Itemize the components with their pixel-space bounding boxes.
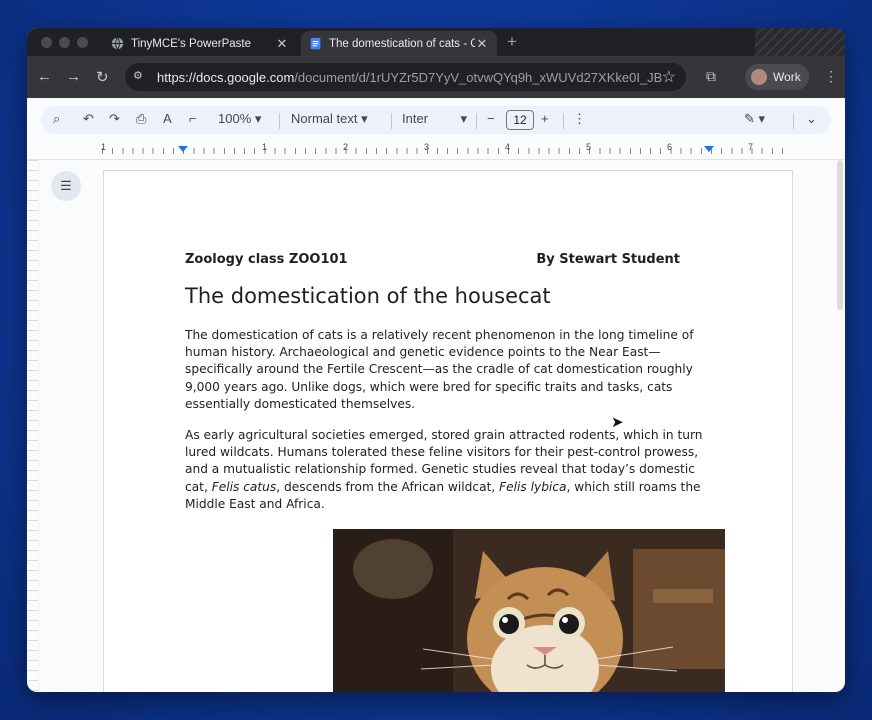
browser-menu-icon[interactable]: ⋮: [824, 68, 838, 85]
paragraph-1: The domestication of cats is a relativel…: [185, 328, 694, 411]
zoom-value: 100%: [218, 111, 252, 126]
font-select[interactable]: Inter ▾: [402, 111, 467, 127]
url-host: https://docs.google.com: [157, 69, 295, 85]
profile-button[interactable]: Work: [745, 64, 809, 90]
species-felis-lybica: Felis lybica: [499, 479, 567, 494]
browser-window: TinyMCE's PowerPaste ✕ The domestication…: [27, 28, 845, 692]
print-icon[interactable]: ⎙: [136, 111, 146, 127]
back-icon[interactable]: ←: [37, 68, 52, 85]
docs-icon: [310, 37, 321, 50]
document-page[interactable]: Zoology class ZOO101 By Stewart Student …: [103, 170, 793, 692]
close-tab-icon[interactable]: ✕: [275, 36, 289, 52]
ruler-number: 6: [667, 142, 673, 152]
docs-toolbar: ⌕ ↶ ↷ ⎙ A ⌐ 100% ▾ Normal text ▾ Inter ▾…: [41, 106, 831, 134]
divider: [476, 113, 477, 129]
horizontal-ruler[interactable]: 1 1 2 3 4 5 6 7: [27, 140, 845, 160]
window-controls: [41, 37, 88, 48]
editing-mode-icon[interactable]: ✎ ▾: [744, 111, 765, 127]
extensions-icon[interactable]: ⧉: [706, 68, 716, 85]
right-indent-marker[interactable]: [704, 146, 714, 152]
left-indent-marker[interactable]: [178, 146, 188, 152]
search-icon[interactable]: ⌕: [53, 111, 60, 127]
close-window-icon[interactable]: [41, 37, 52, 48]
ruler-number: 4: [505, 142, 511, 152]
decrease-font-size-icon[interactable]: −: [487, 111, 495, 126]
address-bar: ← → ↻ ⚙ https://docs.google.com/document…: [27, 56, 845, 98]
profile-label: Work: [773, 70, 801, 84]
paragraph-2-text: , descends from the African wildcat,: [276, 479, 500, 494]
tab-strip-decoration: [755, 28, 845, 56]
header-course: Zoology class ZOO101: [185, 252, 348, 267]
maximize-window-icon[interactable]: [77, 37, 88, 48]
undo-icon[interactable]: ↶: [83, 111, 94, 127]
vertical-ruler: [27, 160, 39, 692]
avatar: [751, 69, 767, 85]
more-options-icon[interactable]: ⋮: [573, 111, 586, 127]
increase-font-size-icon[interactable]: +: [541, 111, 549, 126]
divider: [793, 113, 794, 129]
cat-photo[interactable]: [333, 529, 725, 692]
scrollbar[interactable]: [837, 160, 843, 310]
omnibox[interactable]: ⚙ https://docs.google.com/document/d/1rU…: [125, 63, 686, 91]
ruler-number: 1: [101, 142, 107, 152]
style-select[interactable]: Normal text ▾: [291, 111, 368, 127]
ruler-number: 1: [262, 142, 268, 152]
ruler-number: 5: [586, 142, 592, 152]
ruler-number: 3: [424, 142, 430, 152]
tab-powerpaste[interactable]: TinyMCE's PowerPaste ✕: [103, 31, 297, 56]
cat-illustration: [333, 529, 725, 692]
species-felis-catus: Felis catus: [211, 479, 277, 494]
divider: [279, 113, 280, 129]
collapse-toolbar-icon[interactable]: ⌄: [806, 111, 817, 127]
mouse-cursor: ➤: [611, 414, 624, 431]
ruler-number: 2: [343, 142, 349, 152]
forward-icon[interactable]: →: [66, 68, 81, 85]
divider: [563, 113, 564, 129]
document-title: The domestication of the housecat: [185, 284, 551, 308]
globe-icon: [111, 37, 124, 50]
divider: [391, 113, 392, 129]
style-value: Normal text: [291, 111, 358, 126]
tab-title: TinyMCE's PowerPaste: [131, 37, 251, 50]
tab-domestication[interactable]: The domestication of cats - G ✕: [301, 31, 497, 56]
paragraph-2: As early agricultural societies emerged,…: [185, 427, 715, 513]
ruler-number: 7: [748, 142, 754, 152]
header-author: By Stewart Student: [536, 252, 680, 267]
reload-icon[interactable]: ↻: [96, 68, 109, 86]
new-tab-icon[interactable]: +: [507, 32, 517, 52]
spellcheck-icon[interactable]: A: [163, 111, 172, 126]
tab-title: The domestication of cats - G: [329, 37, 475, 50]
close-tab-icon[interactable]: ✕: [475, 36, 489, 52]
url-text[interactable]: https://docs.google.com/document/d/1rUYZ…: [157, 70, 662, 85]
url-path: /document/d/1rUYZr5D7YyV_otvwQYq9h_xWUVd…: [294, 69, 662, 85]
minimize-window-icon[interactable]: [59, 37, 70, 48]
font-value: Inter: [402, 111, 429, 126]
bookmark-star-icon[interactable]: ☆: [662, 67, 676, 87]
zoom-select[interactable]: 100% ▾: [218, 111, 261, 127]
site-info-icon[interactable]: ⚙: [133, 69, 149, 85]
redo-icon[interactable]: ↷: [109, 111, 120, 127]
tab-strip: TinyMCE's PowerPaste ✕ The domestication…: [27, 28, 845, 56]
font-size-input[interactable]: 12: [506, 110, 534, 130]
document-outline-icon[interactable]: ☰: [51, 171, 81, 201]
ruler-ticks: [102, 148, 792, 154]
paint-format-icon[interactable]: ⌐: [189, 111, 197, 126]
